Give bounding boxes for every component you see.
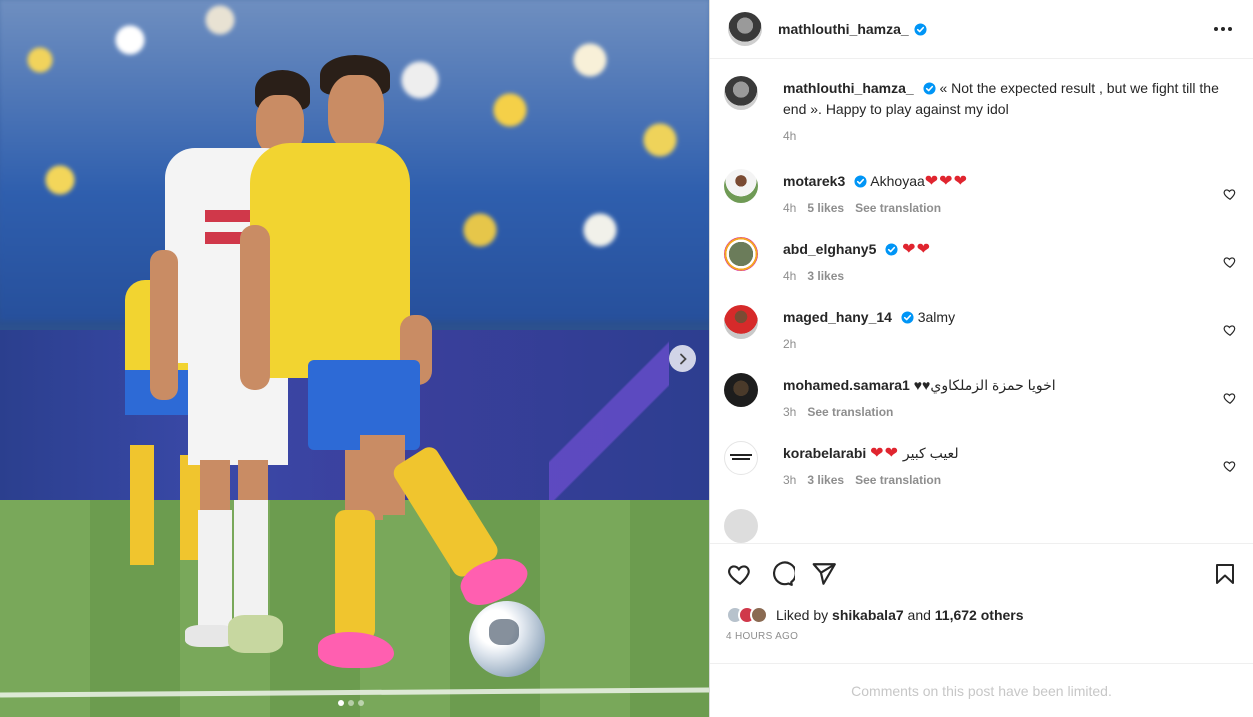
like-comment-heart-icon[interactable] <box>1223 459 1237 473</box>
comment-text: اخويا حمزة الزملكاوي♥♥ <box>913 377 1056 393</box>
verified-badge-icon <box>885 243 898 256</box>
commenter-avatar[interactable] <box>724 509 758 543</box>
comment-likes[interactable]: 3 likes <box>807 470 844 491</box>
like-comment-heart-icon[interactable] <box>1223 391 1237 405</box>
post-side-panel: mathlouthi_hamza_ mathlouthi_hamza_ « No… <box>709 0 1253 717</box>
likes-summary[interactable]: Liked by shikabala7 and 11,672 others <box>726 606 1239 624</box>
commenter-avatar[interactable] <box>724 305 758 339</box>
comment-text: لعيب كبير <box>902 445 959 461</box>
save-button[interactable] <box>1211 560 1239 588</box>
verified-badge-icon <box>854 175 867 188</box>
comment-item: mohamed.samara1 اخويا حمزة الزملكاوي♥♥ 3… <box>724 373 1237 423</box>
heart-icon <box>728 565 750 586</box>
commenter-username[interactable]: mohamed.samara1 <box>783 377 910 393</box>
football <box>469 601 545 677</box>
commenter-username[interactable]: motarek3 <box>783 173 845 189</box>
comment-item: abd_elghany5 ❤❤ 4h 3 likes <box>724 237 1237 287</box>
commenter-username[interactable]: korabelarabi <box>783 445 866 461</box>
more-horizontal-icon <box>1214 27 1232 31</box>
bookmark-icon <box>1216 564 1234 584</box>
comment-item-partial <box>724 509 1237 543</box>
comment-time: 4h <box>783 269 797 283</box>
share-button[interactable] <box>810 560 838 588</box>
verified-badge-icon <box>914 22 927 36</box>
paper-plane-icon <box>812 563 836 585</box>
post-caption: mathlouthi_hamza_ « Not the expected res… <box>724 76 1237 147</box>
comment-item: korabelarabi ❤❤ لعيب كبير 3h 3 likes See… <box>724 441 1237 491</box>
post-media[interactable] <box>0 0 709 717</box>
caption-time: 4h <box>783 129 797 143</box>
comment-time: 3h <box>783 405 797 419</box>
see-translation-link[interactable]: See translation <box>807 402 893 423</box>
like-comment-heart-icon[interactable] <box>1223 187 1237 201</box>
comments-limited-notice: Comments on this post have been limited. <box>710 663 1253 717</box>
carousel-dot <box>338 700 344 706</box>
verified-badge-icon <box>923 82 936 95</box>
chevron-right-icon <box>679 353 687 364</box>
like-button[interactable] <box>726 560 754 588</box>
more-options-button[interactable] <box>1211 17 1235 41</box>
carousel-next-button[interactable] <box>669 345 696 372</box>
commenter-avatar[interactable] <box>724 169 758 203</box>
carousel-indicator <box>338 700 364 706</box>
liked-by-user[interactable]: shikabala7 <box>832 607 904 623</box>
caption-author-username[interactable]: mathlouthi_hamza_ <box>783 80 914 96</box>
commenter-avatar[interactable] <box>724 373 758 407</box>
comment-emoji: ❤❤ <box>902 241 931 258</box>
comment-item: maged_hany_14 3almy 2h <box>724 305 1237 355</box>
like-comment-heart-icon[interactable] <box>1223 255 1237 269</box>
comment-time: 3h <box>783 473 797 487</box>
liker-avatar <box>750 606 768 624</box>
author-avatar[interactable] <box>728 12 762 46</box>
carousel-dot <box>358 700 364 706</box>
commenter-avatar[interactable] <box>724 237 758 271</box>
comment-item: motarek3 Akhoyaa❤❤❤ 4h 5 likes See trans… <box>724 169 1237 219</box>
comment-time: 2h <box>783 337 797 351</box>
commenter-avatar[interactable] <box>724 441 758 475</box>
comment-bubble-icon <box>773 561 795 586</box>
caption-author-avatar[interactable] <box>724 76 758 110</box>
comment-text: 3almy <box>917 309 956 325</box>
post-timestamp[interactable]: 4 HOURS AGO <box>726 631 1239 642</box>
liked-by-others[interactable]: 11,672 others <box>935 607 1024 623</box>
comment-likes[interactable]: 3 likes <box>807 266 844 287</box>
author-username[interactable]: mathlouthi_hamza_ <box>778 21 909 37</box>
comment-text: Akhoyaa <box>870 173 925 189</box>
post-actions: Liked by shikabala7 and 11,672 others 4 … <box>710 543 1253 642</box>
see-translation-link[interactable]: See translation <box>855 470 941 491</box>
commenter-username[interactable]: maged_hany_14 <box>783 309 892 325</box>
like-comment-heart-icon[interactable] <box>1223 323 1237 337</box>
liked-by-and: and <box>907 607 931 623</box>
liked-by-prefix: Liked by <box>776 607 829 623</box>
see-translation-link[interactable]: See translation <box>855 198 941 219</box>
post-header: mathlouthi_hamza_ <box>710 0 1253 59</box>
kora-logo-icon <box>730 454 752 460</box>
comments-list[interactable]: mathlouthi_hamza_ « Not the expected res… <box>710 60 1253 543</box>
verified-badge-icon <box>901 311 914 324</box>
carousel-dot <box>348 700 354 706</box>
commenter-username[interactable]: abd_elghany5 <box>783 241 876 257</box>
comment-likes[interactable]: 5 likes <box>807 198 844 219</box>
comment-button[interactable] <box>768 560 796 588</box>
comment-emoji: ❤❤❤ <box>924 173 968 190</box>
comment-emoji: ❤❤ <box>870 445 899 462</box>
comment-time: 4h <box>783 201 797 215</box>
